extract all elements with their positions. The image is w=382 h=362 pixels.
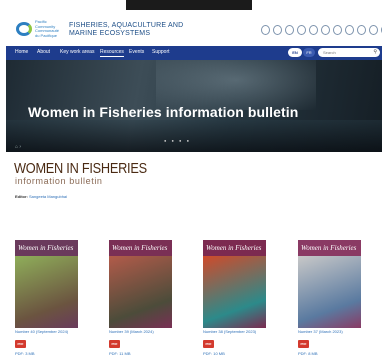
cover-photo [15, 256, 78, 328]
pdf-size-link[interactable]: PDF: 3 MB [15, 351, 35, 356]
pdf-size-link[interactable]: PDF: 11 MB [109, 351, 131, 356]
publication-title: WOMEN IN FISHERIES [14, 160, 147, 177]
partner-logo-icon [261, 25, 270, 35]
bulletin-cover[interactable]: Women in Fisheries [203, 240, 266, 328]
editor-line: Editor: Sangeeta Mangubhai [15, 194, 67, 199]
spc-logo-text: Pacific Community Communauté du Pacifiqu… [35, 19, 60, 38]
bulletin-link[interactable]: Number 40 (September 2024) [15, 329, 68, 334]
site-header: Pacific Community Communauté du Pacifiqu… [6, 13, 382, 46]
partner-logo-icon [357, 25, 366, 35]
cover-masthead: Women in Fisheries [112, 244, 168, 252]
breadcrumb[interactable]: ⌂ › [15, 144, 21, 150]
top-bar-block [126, 0, 252, 10]
bulletin-link[interactable]: Number 39 (March 2024) [109, 329, 154, 334]
pdf-size-link[interactable]: PDF: 8 MB [298, 351, 318, 356]
hero-banner: Women in Fisheries information bulletin … [6, 60, 382, 152]
pdf-size-link[interactable]: PDF: 10 MB [203, 351, 225, 356]
site-title[interactable]: FISHERIES, AQUACULTURE AND MARINE ECOSYS… [69, 22, 183, 38]
nav-item-home[interactable]: Home [15, 49, 28, 55]
bulletin-cover[interactable]: Women in Fisheries [15, 240, 78, 328]
hero-title: Women in Fisheries information bulletin [28, 104, 299, 120]
bulletin-cover[interactable]: Women in Fisheries [298, 240, 361, 328]
partner-logo-icon [297, 25, 306, 35]
bulletin-link[interactable]: Number 37 (March 2023) [298, 329, 343, 334]
search-icon[interactable]: ⚲ [373, 48, 377, 57]
cover-masthead: Women in Fisheries [18, 244, 74, 252]
hero-pager[interactable]: ● ● ● ● [164, 138, 191, 143]
cover-masthead: Women in Fisheries [206, 244, 262, 252]
cover-photo [203, 256, 266, 328]
hero-water [6, 120, 382, 152]
pdf-icon[interactable]: PDF [109, 340, 120, 348]
main-nav: Home About Key work areas Resources Even… [6, 46, 382, 60]
nav-item-support[interactable]: Support [152, 49, 170, 55]
site-title-line2: MARINE ECOSYSTEMS [69, 30, 151, 37]
publication-subtitle: information bulletin [15, 176, 103, 186]
pdf-icon[interactable]: PDF [298, 340, 309, 348]
spc-logo-icon [16, 22, 32, 36]
cover-photo [109, 256, 172, 328]
search-input[interactable]: Search ⚲ [318, 48, 380, 57]
partner-logo-icon [369, 25, 378, 35]
editor-label: Editor: [15, 194, 28, 199]
nav-item-events[interactable]: Events [129, 49, 144, 55]
cover-masthead: Women in Fisheries [301, 244, 357, 252]
partner-logo-icon [285, 25, 294, 35]
lang-en-button[interactable]: EN [288, 48, 302, 57]
partner-logo-icon [309, 25, 318, 35]
nav-item-resources[interactable]: Resources [100, 49, 124, 57]
partner-logo-icon [321, 25, 330, 35]
nav-item-about[interactable]: About [37, 49, 50, 55]
page-frame: Pacific Community Communauté du Pacifiqu… [6, 13, 382, 362]
pdf-icon[interactable]: PDF [15, 340, 26, 348]
bulletin-cover[interactable]: Women in Fisheries [109, 240, 172, 328]
bulletin-link[interactable]: Number 38 (September 2023) [203, 329, 256, 334]
editor-name-link[interactable]: Sangeeta Mangubhai [29, 194, 67, 199]
top-strip [0, 0, 382, 13]
partner-logo-icon [333, 25, 342, 35]
search-placeholder: Search [323, 50, 336, 55]
lang-fr-button[interactable]: FR [303, 48, 315, 57]
hero-glare [156, 60, 316, 110]
partner-logo-icon [345, 25, 354, 35]
spc-logo[interactable]: Pacific Community Communauté du Pacifiqu… [16, 18, 70, 42]
cover-photo [298, 256, 361, 328]
partner-logos [261, 25, 382, 37]
site-title-line1: FISHERIES, AQUACULTURE AND [69, 22, 184, 29]
pdf-icon[interactable]: PDF [203, 340, 214, 348]
nav-item-key-work-areas[interactable]: Key work areas [60, 49, 94, 55]
partner-logo-icon [273, 25, 282, 35]
